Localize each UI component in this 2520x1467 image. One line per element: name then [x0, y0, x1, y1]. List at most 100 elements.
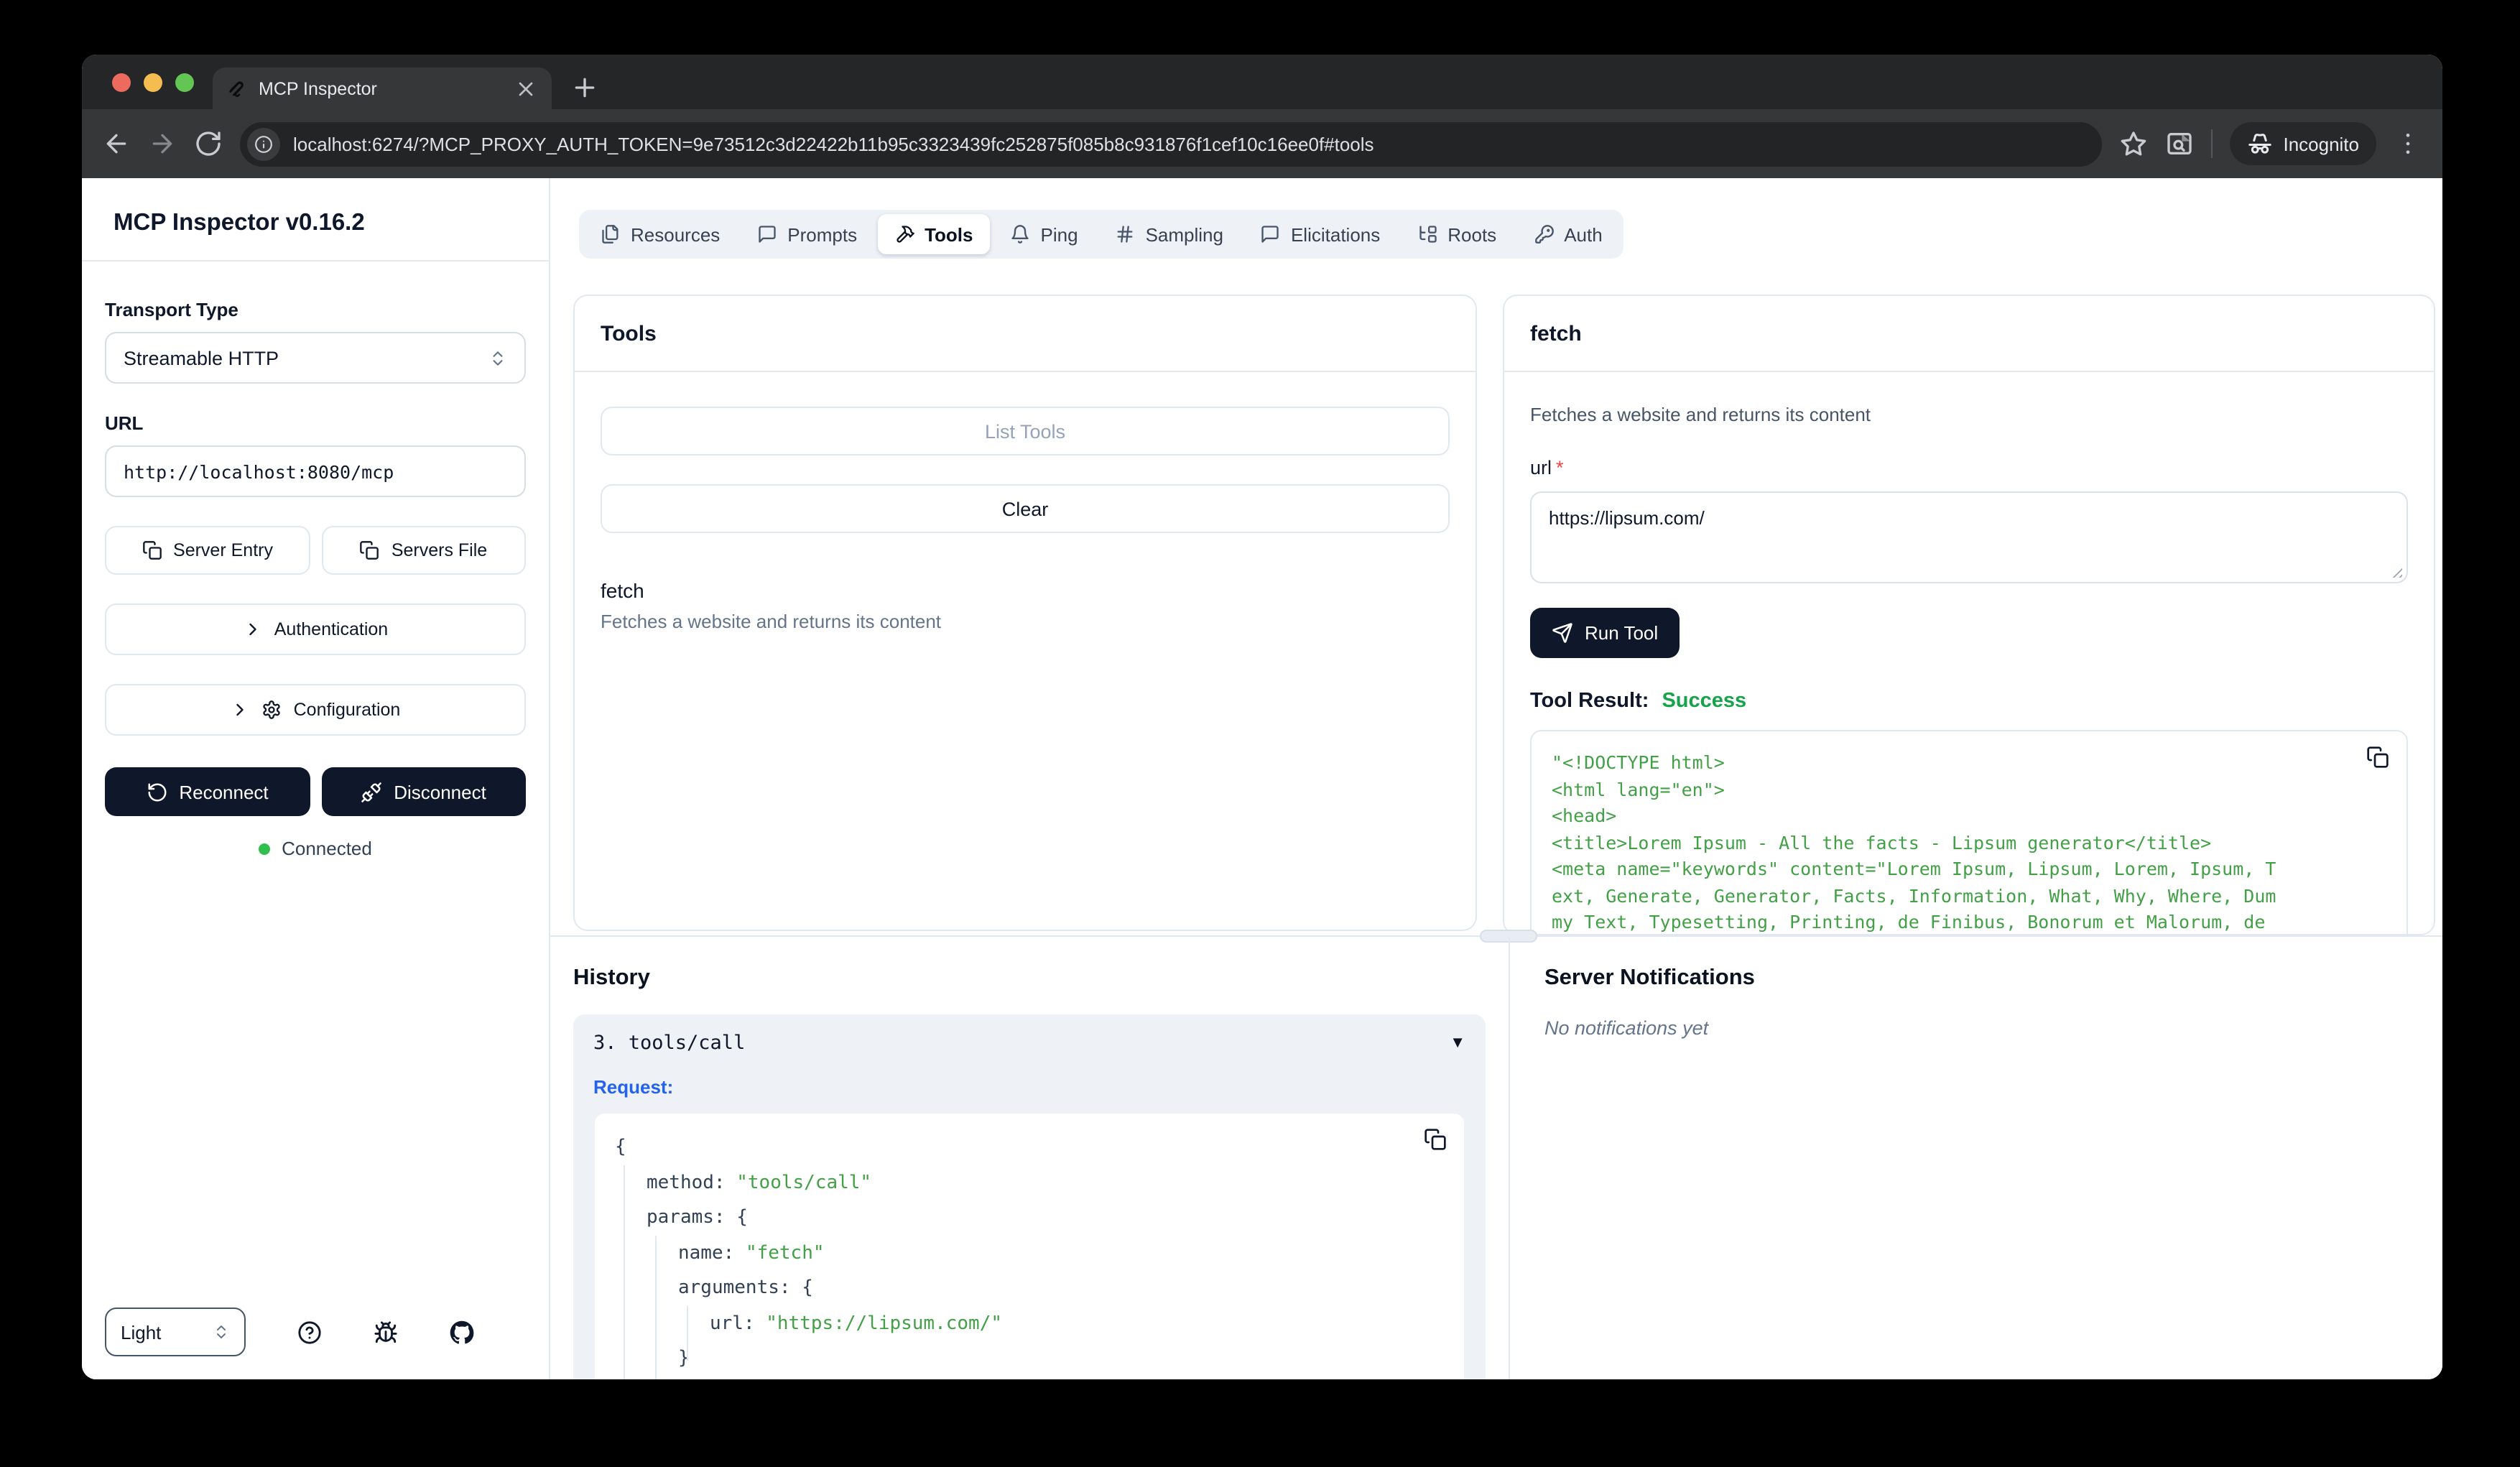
tree-icon — [1417, 224, 1437, 244]
help-icon[interactable] — [297, 1320, 322, 1344]
transport-type-select[interactable]: Streamable HTTP — [105, 332, 526, 384]
request-label: Request: — [593, 1076, 1465, 1098]
bookmark-star-icon[interactable] — [2119, 129, 2148, 158]
request-json-line: arguments: { — [595, 1272, 1407, 1307]
required-mark: * — [1556, 457, 1564, 478]
clear-tools-button[interactable]: Clear — [601, 484, 1450, 533]
url-param-textarea[interactable]: https://lipsum.com/ — [1530, 491, 2408, 583]
tab-resources[interactable]: Resources — [583, 214, 737, 254]
browser-window: MCP Inspector localhost:6274/?MCP_PROXY_… — [82, 55, 2442, 1379]
tool-result-output: "<!DOCTYPE html><html lang="en"><head><t… — [1530, 730, 2408, 935]
servers-file-button[interactable]: Servers File — [321, 526, 526, 575]
tool-description: Fetches a website and returns its conten… — [601, 611, 1450, 632]
main-content: Resources Prompts Tools Ping Sampling Elicita… — [550, 178, 2442, 1379]
param-name: url — [1530, 457, 1552, 478]
sidebar-footer: Light — [105, 1308, 526, 1356]
history-entry-title: 3. tools/call — [593, 1032, 1450, 1055]
theme-value: Light — [121, 1321, 213, 1343]
browser-menu-icon[interactable] — [2394, 129, 2422, 158]
tab-label: Sampling — [1146, 223, 1223, 245]
tab-roots[interactable]: Roots — [1400, 214, 1514, 254]
request-json-line: { — [595, 1131, 1407, 1166]
configuration-expander[interactable]: Configuration — [105, 684, 526, 736]
copy-icon — [142, 540, 162, 560]
browser-tab[interactable]: MCP Inspector — [213, 68, 552, 109]
tab-prompts[interactable]: Prompts — [740, 214, 874, 254]
result-code-line: "<!DOCTYPE html> — [1552, 750, 2349, 777]
tool-result-label: Tool Result: — [1530, 690, 1649, 713]
tab-label: Elicitations — [1291, 223, 1380, 245]
sidebar: MCP Inspector v0.16.2 Transport Type Str… — [82, 178, 550, 1379]
chevron-right-icon — [243, 619, 263, 639]
tab-sampling[interactable]: Sampling — [1098, 214, 1241, 254]
tool-list-item[interactable]: fetch Fetches a website and returns its … — [601, 579, 1450, 632]
incognito-label: Incognito — [2283, 133, 2359, 154]
close-window-button[interactable] — [112, 73, 131, 92]
indent-guide — [655, 1236, 657, 1379]
result-code-line: <meta name="keywords" content="Lorem Ips… — [1552, 856, 2349, 883]
result-code-line: ext, Generate, Generator, Facts, Informa… — [1552, 883, 2349, 910]
back-button[interactable] — [102, 129, 131, 158]
history-entry: 3. tools/call ▼ Request: {method: "tools… — [573, 1014, 1486, 1379]
server-notifications-title: Server Notifications — [1544, 966, 2408, 991]
tab-label: Tools — [925, 223, 973, 245]
param-label: url* — [1530, 457, 2408, 478]
hammer-icon — [894, 224, 914, 244]
servers-file-label: Servers File — [392, 540, 487, 560]
unplug-icon — [361, 781, 382, 802]
tool-result-status: Success — [1662, 690, 1746, 713]
list-tools-button[interactable]: List Tools — [601, 407, 1450, 455]
history-title: History — [573, 966, 1486, 991]
reconnect-button[interactable]: Reconnect — [105, 767, 310, 816]
copy-request-icon[interactable] — [1424, 1128, 1447, 1151]
collapse-caret-icon[interactable]: ▼ — [1450, 1035, 1465, 1052]
tab-ping[interactable]: Ping — [993, 214, 1095, 254]
status-dot — [259, 843, 270, 854]
incognito-badge: Incognito — [2230, 122, 2376, 165]
mcp-logo-icon — [227, 78, 247, 98]
search-tabs-icon[interactable] — [2165, 129, 2194, 158]
history-panel: History 3. tools/call ▼ Request: — [550, 937, 1509, 1379]
tools-panel-title: Tools — [575, 296, 1476, 372]
bug-report-icon[interactable] — [374, 1320, 398, 1344]
tab-tools[interactable]: Tools — [877, 214, 990, 254]
copy-result-icon[interactable] — [2366, 746, 2389, 769]
reconnect-label: Reconnect — [179, 781, 268, 802]
result-code-line: my Text, Typesetting, Printing, de Finib… — [1552, 910, 2349, 935]
history-entry-header[interactable]: 3. tools/call ▼ — [593, 1032, 1465, 1055]
server-entry-button[interactable]: Server Entry — [105, 526, 310, 575]
tab-title: MCP Inspector — [259, 78, 503, 98]
disconnect-button[interactable]: Disconnect — [321, 767, 526, 816]
tab-auth[interactable]: Auth — [1516, 214, 1620, 254]
screen: MCP Inspector localhost:6274/?MCP_PROXY_… — [0, 0, 2520, 1467]
github-icon[interactable] — [450, 1320, 474, 1344]
zoom-window-button[interactable] — [175, 73, 194, 92]
server-url-input[interactable]: http://localhost:8080/mcp — [105, 445, 526, 497]
forward-button[interactable] — [148, 129, 177, 158]
minimize-window-button[interactable] — [144, 73, 162, 92]
tab-label: Ping — [1041, 223, 1078, 245]
authentication-expander[interactable]: Authentication — [105, 603, 526, 655]
tab-label: Prompts — [787, 223, 857, 245]
address-bar[interactable]: localhost:6274/?MCP_PROXY_AUTH_TOKEN=9e7… — [240, 121, 2102, 166]
tab-label: Resources — [631, 223, 720, 245]
tool-detail-title: fetch — [1504, 296, 2434, 372]
theme-select[interactable]: Light — [105, 1308, 246, 1356]
site-info-icon[interactable] — [247, 127, 280, 160]
status-text: Connected — [282, 838, 372, 859]
result-code-line: <html lang="en"> — [1552, 777, 2349, 803]
new-tab-button[interactable] — [570, 73, 599, 102]
restart-icon — [146, 781, 167, 802]
request-json-line: params: { — [595, 1201, 1407, 1236]
chevrons-up-down-icon — [488, 348, 507, 367]
tab-close-icon[interactable] — [514, 77, 537, 100]
run-tool-button[interactable]: Run Tool — [1530, 608, 1680, 658]
hash-icon — [1116, 224, 1136, 244]
tab-elicitations[interactable]: Elicitations — [1243, 214, 1397, 254]
no-notifications-text: No notifications yet — [1544, 1017, 2408, 1039]
window-controls — [112, 73, 194, 92]
request-json-line: name: "fetch" — [595, 1236, 1407, 1272]
message-icon — [757, 224, 777, 244]
request-json-line: } — [595, 1342, 1407, 1377]
reload-button[interactable] — [194, 129, 223, 158]
